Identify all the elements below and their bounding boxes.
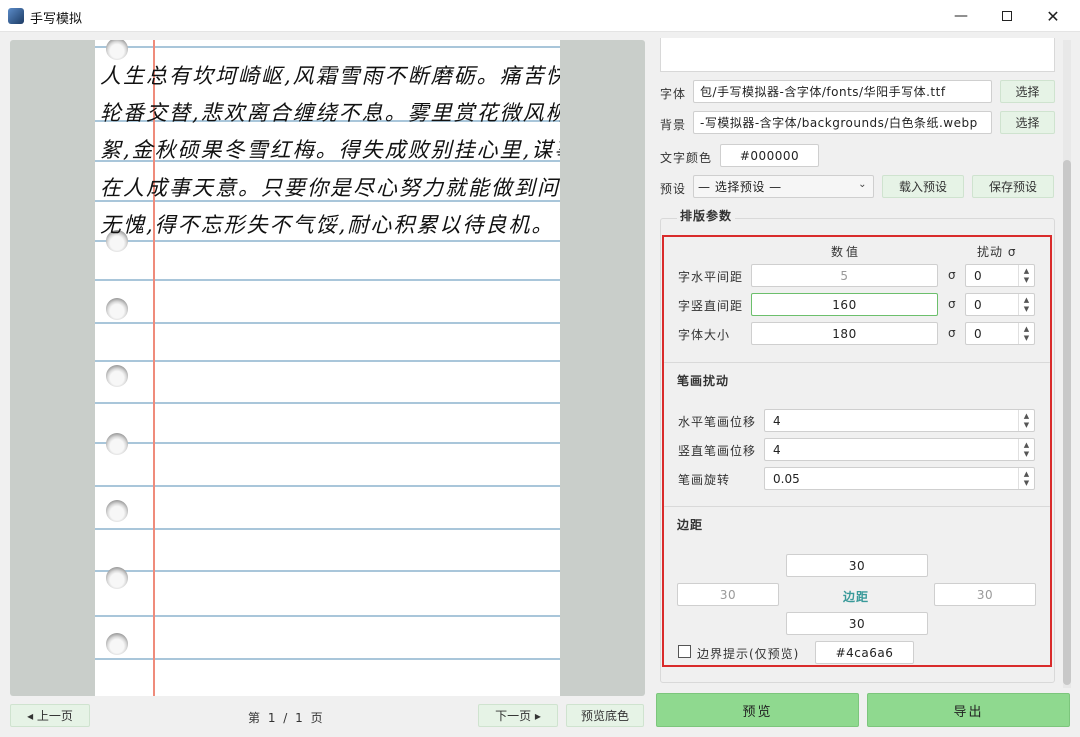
close-icon: ✕ bbox=[1046, 6, 1060, 26]
preview-button[interactable]: 预览 bbox=[656, 693, 859, 727]
choose-font-button[interactable]: 选择 bbox=[1000, 80, 1055, 103]
punch-hole-icon bbox=[106, 365, 128, 387]
font-label: 字体 bbox=[660, 87, 687, 101]
text-color-field[interactable]: #000000 bbox=[720, 144, 819, 167]
page-indicator: 第 1 / 1 页 bbox=[248, 711, 325, 725]
choose-background-button[interactable]: 选择 bbox=[1000, 111, 1055, 134]
handwriting-line: 无愧,得不忘形失不气馁,耐心积累以待良机。 bbox=[100, 213, 555, 237]
minimize-button[interactable]: — bbox=[938, 0, 984, 32]
app-icon bbox=[8, 8, 24, 24]
load-preset-button[interactable]: 载入预设 bbox=[882, 175, 964, 198]
background-label: 背景 bbox=[660, 118, 687, 132]
punch-hole-icon bbox=[106, 500, 128, 522]
title-bar: 手写模拟 — ✕ bbox=[0, 0, 1080, 32]
preset-label: 预设 bbox=[660, 182, 687, 196]
chevron-down-icon: ⌄ bbox=[858, 179, 867, 190]
maximize-button[interactable] bbox=[984, 0, 1030, 32]
highlight-box bbox=[662, 235, 1052, 667]
font-path-field[interactable]: 包/手写模拟器-含字体/fonts/华阳手写体.ttf bbox=[693, 80, 992, 103]
punch-hole-icon bbox=[106, 567, 128, 589]
preset-select[interactable]: — 选择预设 — ⌄ bbox=[693, 175, 874, 198]
handwriting-line: 絮,金秋硕果冬雪红梅。得失成败别挂心里,谋事 bbox=[100, 138, 560, 162]
background-path-field[interactable]: -写模拟器-含字体/backgrounds/白色条纸.webp bbox=[693, 111, 992, 134]
punch-hole-icon bbox=[106, 298, 128, 320]
text-color-label: 文字颜色 bbox=[660, 151, 713, 165]
scrollbar-thumb[interactable] bbox=[1063, 160, 1071, 685]
punch-hole-icon bbox=[106, 40, 128, 60]
handwriting-line: 在人成事天意。只要你是尽心努力就能做到问心 bbox=[100, 176, 560, 200]
preview-background-button[interactable]: 预览底色 bbox=[566, 704, 644, 727]
minimize-icon: — bbox=[954, 8, 968, 24]
save-preset-button[interactable]: 保存预设 bbox=[972, 175, 1054, 198]
punch-hole-icon bbox=[106, 433, 128, 455]
preset-select-value: — 选择预设 — bbox=[698, 180, 782, 194]
export-button[interactable]: 导出 bbox=[867, 693, 1070, 727]
window-title: 手写模拟 bbox=[30, 12, 83, 27]
handwriting-line: 人生总有坎坷崎岖,风霜雪雨不断磨砺。痛苦快乐 bbox=[100, 64, 560, 88]
text-input-area[interactable] bbox=[660, 38, 1055, 72]
punch-hole-icon bbox=[106, 633, 128, 655]
lined-paper-preview: 人生总有坎坷崎岖,风霜雪雨不断磨砺。痛苦快乐 轮番交替,悲欢离合缠绕不息。雾里赏… bbox=[95, 40, 560, 696]
layout-params-title: 排版参数 bbox=[677, 207, 736, 224]
handwriting-line: 轮番交替,悲欢离合缠绕不息。雾里赏花微风柳 bbox=[100, 101, 560, 125]
prev-page-button[interactable]: ◂ 上一页 bbox=[10, 704, 90, 727]
next-page-button[interactable]: 下一页 ▸ bbox=[478, 704, 558, 727]
maximize-icon bbox=[1002, 11, 1012, 21]
close-button[interactable]: ✕ bbox=[1030, 0, 1076, 32]
